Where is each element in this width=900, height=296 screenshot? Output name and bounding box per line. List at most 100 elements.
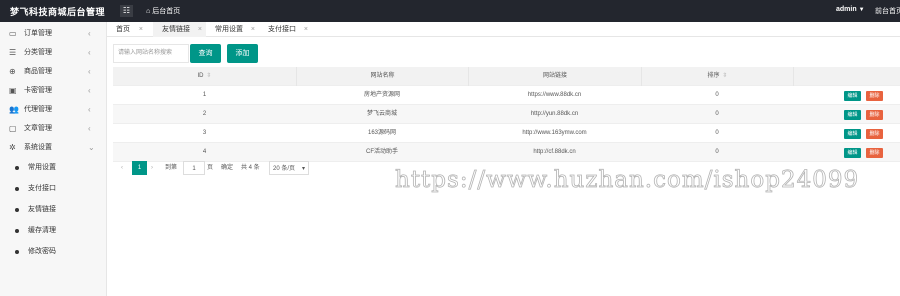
sidebar-item-articles[interactable]: ▢ 文章管理 ‹ [0,119,106,138]
bullet-icon [15,229,19,233]
admin-menu[interactable]: admin ▼ [836,6,865,13]
tab-common-settings[interactable]: 常用设置 × [206,22,259,37]
close-icon[interactable]: × [198,22,202,37]
cell-url: http://yun.88dk.cn [530,111,579,117]
tab-home[interactable]: 首页 × [107,22,153,37]
cell-url: http://cf.88dk.cn [533,149,576,155]
users-icon: 👥 [9,105,19,114]
product-icon: ⊕ [9,67,16,76]
menu-toggle-icon[interactable]: ☷ [120,5,133,17]
close-icon[interactable]: × [139,22,143,37]
order-icon: ▭ [9,29,17,38]
sidebar-item-cards[interactable]: ▣ 卡密管理 ‹ [0,81,106,100]
bullet-icon [15,166,19,170]
chevron-down-icon: ⌄ [88,143,95,152]
edit-button[interactable]: 编辑 [844,148,861,158]
pagination: ‹ 1 › 到第 1 页 确定 共 4 条 20 条/页 ▾ [113,161,313,175]
sidebar-subitem-links[interactable]: 友情链接 [0,199,106,220]
delete-button[interactable]: 删除 [866,129,883,139]
cell-name: 房地产资源网 [363,92,400,98]
search-input[interactable]: 请输入网站名称搜索 [113,44,189,63]
cell-name: 163源码网 [367,130,396,136]
top-bar: 梦飞科技商城后台管理 ☷ ⌂ 后台首页 admin ▼ 前台首页 [0,0,900,22]
home-icon: ⌂ [146,8,151,15]
chevron-left-icon: ‹ [88,67,91,76]
caret-down-icon: ▼ [858,7,865,13]
delete-button[interactable]: 删除 [866,91,883,101]
edit-button[interactable]: 编辑 [844,91,861,101]
watermark: https://www.huzhan.com/ishop24099 [395,167,860,194]
cell-id: 4 [202,149,207,155]
sort-icon[interactable]: ⇳ [722,73,727,79]
cell-name: CF活动助手 [366,149,398,155]
cell-url: https://www.88dk.cn [527,92,582,98]
bullet-icon [15,187,19,191]
app-logo: 梦飞科技商城后台管理 [10,7,106,17]
links-table: ID ⇳ 网站名称 网站链接 排序 ⇳ 1 房地产资源网 https://www.8… [113,67,900,162]
sidebar-item-orders[interactable]: ▭ 订单管理 ‹ [0,24,106,43]
tab-friend-links[interactable]: 友情链接 × [153,22,206,37]
bullet-icon [15,208,19,212]
header-name: 网站名称 [296,67,468,86]
query-button[interactable]: 查询 [190,44,221,63]
article-icon: ▢ [9,124,17,133]
sidebar: ▭ 订单管理 ‹ ☰ 分类管理 ‹ ⊕ 商品管理 ‹ ▣ 卡密管理 ‹ 👥 代理管理 ‹ ▢ 文章管理… [0,22,107,296]
edit-button[interactable]: 编辑 [844,129,861,139]
sidebar-item-categories[interactable]: ☰ 分类管理 ‹ [0,43,106,62]
delete-button[interactable]: 删除 [866,110,883,120]
sidebar-subitem-payment[interactable]: 支付接口 [0,178,106,199]
chevron-left-icon: ‹ [88,29,91,38]
cell-sort: 0 [715,92,719,98]
page-unit-label: 页 [207,165,214,171]
caret-down-icon: ▾ [301,166,305,172]
per-page-select[interactable]: 20 条/页 ▾ [269,161,309,175]
table-header: ID ⇳ 网站名称 网站链接 排序 ⇳ [113,67,900,86]
tab-payment[interactable]: 支付接口 × [259,22,312,37]
close-icon[interactable]: × [251,22,255,37]
chevron-left-icon: ‹ [88,86,91,95]
table-row: 4 CF活动助手 http://cf.88dk.cn 0 编辑 删除 [113,143,900,162]
cell-id: 1 [202,92,207,98]
cell-name: 梦飞云商城 [366,111,397,117]
cell-sort: 0 [715,111,719,117]
list-icon: ☰ [9,48,17,57]
goto-page-input[interactable]: 1 [183,161,205,175]
header-sort[interactable]: 排序 ⇳ [641,67,793,86]
header-url: 网站链接 [468,67,641,86]
bullet-icon [15,250,19,254]
chevron-left-icon: ‹ [88,48,91,57]
goto-confirm-button[interactable]: 确定 [221,161,239,175]
tab-bar: 首页 × 友情链接 × 常用设置 × 支付接口 × [107,22,900,37]
chevron-left-icon: ‹ [88,105,91,114]
frontend-home-link[interactable]: 前台首页 [875,6,900,16]
home-link[interactable]: ⌂ 后台首页 [146,6,180,16]
cell-id: 2 [202,111,207,117]
sidebar-subitem-password[interactable]: 修改密码 [0,241,106,262]
prev-page-icon[interactable]: ‹ [121,161,129,175]
sidebar-subitem-cache[interactable]: 缓存清理 [0,220,106,241]
cell-sort: 0 [715,130,719,136]
sort-icon[interactable]: ⇳ [206,73,211,79]
page-current[interactable]: 1 [132,161,147,175]
cell-id: 3 [202,130,207,136]
edit-button[interactable]: 编辑 [844,110,861,120]
add-button[interactable]: 添加 [227,44,258,63]
cell-url: http://www.163ymw.com [522,130,587,136]
sidebar-item-products[interactable]: ⊕ 商品管理 ‹ [0,62,106,81]
table-row: 3 163源码网 http://www.163ymw.com 0 编辑 删除 [113,124,900,143]
next-page-icon[interactable]: › [151,161,159,175]
settings-icon: ✲ [9,143,16,152]
cell-sort: 0 [715,149,719,155]
sidebar-item-agents[interactable]: 👥 代理管理 ‹ [0,100,106,119]
delete-button[interactable]: 删除 [866,148,883,158]
card-icon: ▣ [9,86,17,95]
sidebar-subitem-common-settings[interactable]: 常用设置 [0,157,106,178]
goto-label: 到第 [165,165,178,171]
table-row: 2 梦飞云商城 http://yun.88dk.cn 0 编辑 删除 [113,105,900,124]
chevron-left-icon: ‹ [88,124,91,133]
total-count: 共 4 条 [241,165,260,171]
sidebar-item-settings[interactable]: ✲ 系统设置 ⌄ [0,138,106,157]
header-id[interactable]: ID ⇳ [113,67,296,86]
header-actions [793,67,900,86]
close-icon[interactable]: × [304,22,308,37]
